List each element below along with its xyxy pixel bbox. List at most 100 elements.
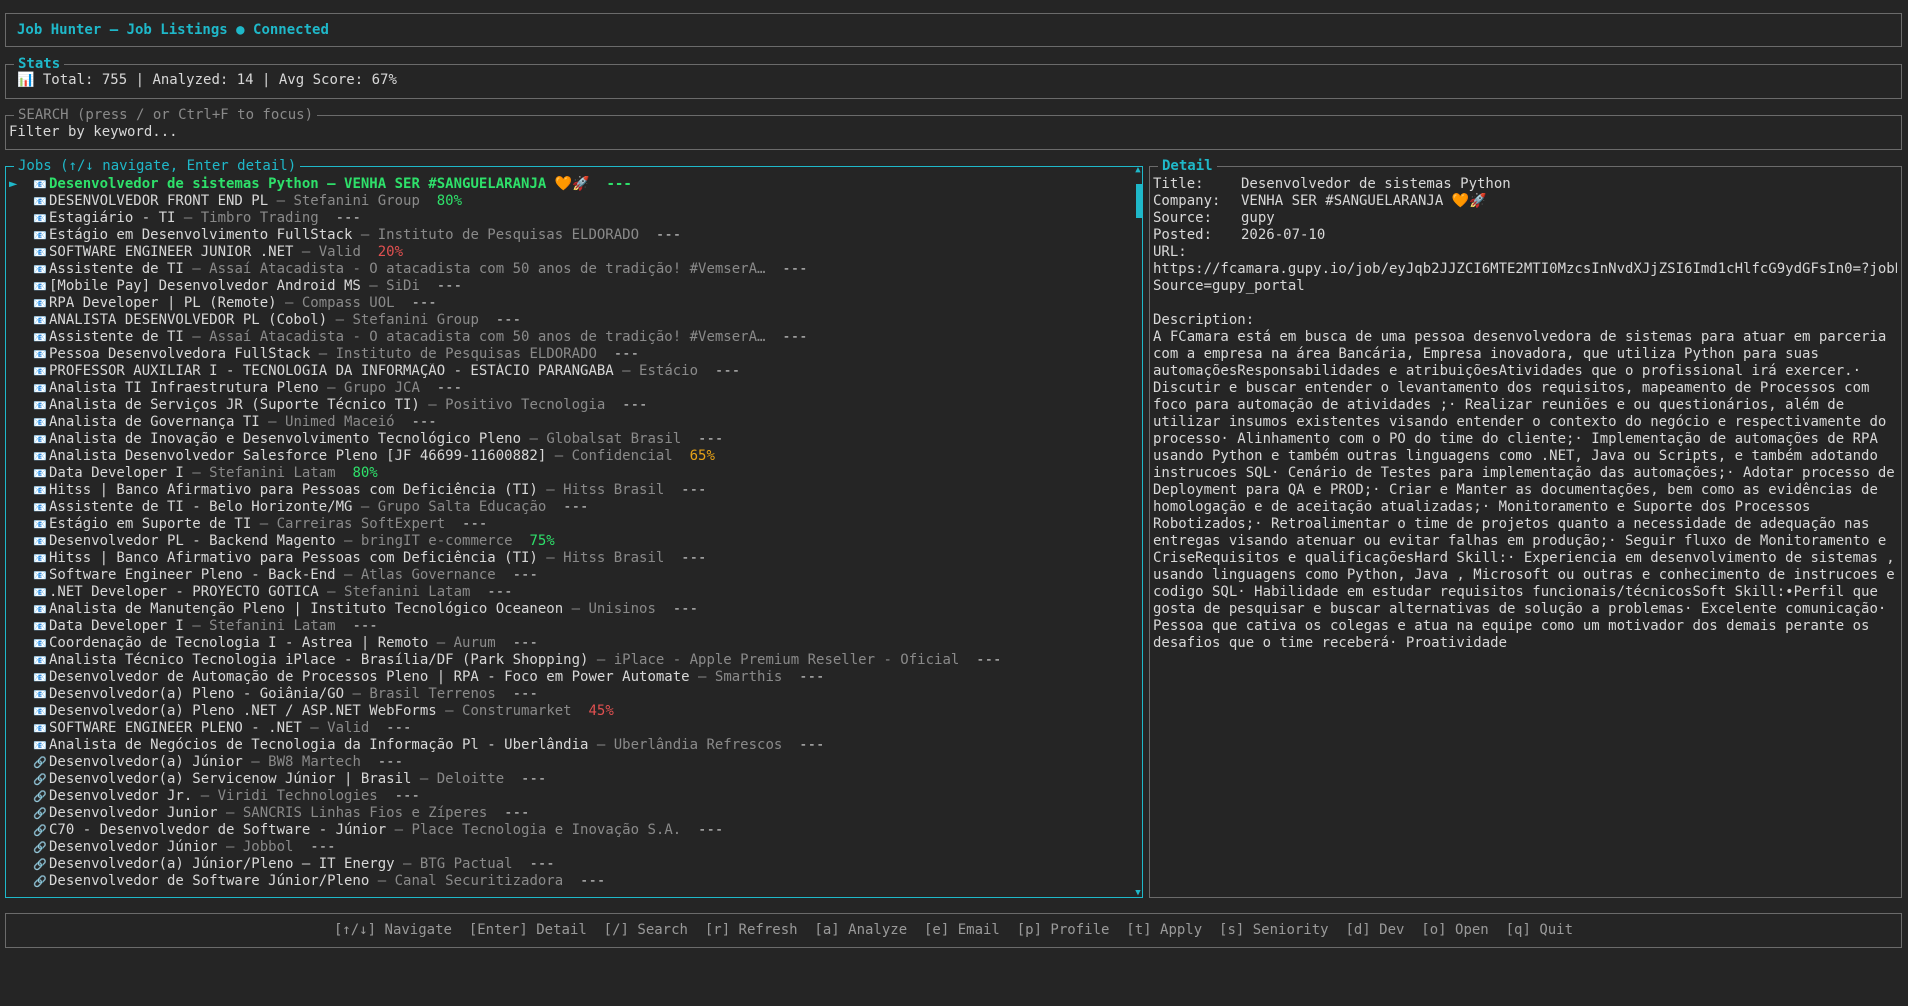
job-company: Grupo JCA <box>344 380 420 396</box>
job-row[interactable]: 📧 Hitss | Banco Afirmativo para Pessoas c… <box>9 550 1122 567</box>
job-row[interactable]: 📧 SOFTWARE ENGINEER PLENO - .NET — Valid … <box>9 720 1122 737</box>
job-company: Confidencial <box>571 448 673 464</box>
job-row[interactable]: 📧 Software Engineer Pleno - Back-End — At… <box>9 567 1122 584</box>
job-company: Hitss Brasil <box>563 482 665 498</box>
shortcut-apply: [t] Apply <box>1109 922 1203 938</box>
row-separator: — <box>386 822 412 838</box>
job-score: --- <box>563 873 606 889</box>
job-row[interactable]: 📧 Desenvolvedor PL - Backend Magento — br… <box>9 533 1122 550</box>
job-company: Canal Securitizadora <box>394 873 564 889</box>
scroll-down-icon[interactable]: ▼ <box>1134 889 1142 898</box>
job-title: Desenvolvedor(a) Júnior <box>49 754 243 770</box>
job-row[interactable]: 📧 SOFTWARE ENGINEER JUNIOR .NET — Valid 2… <box>9 244 1122 261</box>
job-row[interactable]: 🔗 Desenvolvedor Jr. — Viridi Technologies… <box>9 788 1122 805</box>
job-row[interactable]: 📧 ANALISTA DESENVOLVEDOR PL (Cobol) — Ste… <box>9 312 1122 329</box>
job-row[interactable]: 📧 Assistente de TI — Assaí Atacadista - O… <box>9 329 1122 346</box>
job-row[interactable]: 📧 Data Developer I — Stefanini Latam --- <box>9 618 1122 635</box>
job-row[interactable]: 📧 Assistente de TI - Belo Horizonte/MG — … <box>9 499 1122 516</box>
job-row[interactable]: 📧 PROFESSOR AUXILIAR I - TECNOLOGIA DA IN… <box>9 363 1122 380</box>
job-row[interactable]: 📧 Assistente de TI — Assaí Atacadista - O… <box>9 261 1122 278</box>
email-icon: 📧 <box>33 739 47 752</box>
job-row[interactable]: 📧 Analista Desenvolvedor Salesforce Pleno… <box>9 448 1122 465</box>
jobs-scrollbar[interactable]: ▲ ▼ <box>1134 166 1142 898</box>
job-row[interactable]: 📧 Analista de Inovação e Desenvolvimento … <box>9 431 1122 448</box>
job-score: --- <box>487 805 530 821</box>
job-row[interactable]: 🔗 Desenvolvedor de Software Júnior/Pleno … <box>9 873 1122 890</box>
job-row[interactable]: 📧 Data Developer I — Stefanini Latam 80% <box>9 465 1122 482</box>
job-score: --- <box>655 601 699 617</box>
job-row[interactable]: 📧 DESENVOLVEDOR FRONT END PL — Stefanini … <box>9 193 1122 210</box>
job-title: Desenvolvedor de Software Júnior/Pleno <box>49 873 370 889</box>
job-row[interactable]: 📧 Desenvolvedor(a) Pleno - Goiânia/GO — B… <box>9 686 1122 703</box>
job-row[interactable]: 🔗 Desenvolvedor(a) Júnior — BW8 Martech -… <box>9 754 1122 771</box>
job-row[interactable]: 📧 Analista TI Infraestrutura Pleno — Grup… <box>9 380 1122 397</box>
scrollbar-thumb[interactable] <box>1136 184 1142 218</box>
search-input[interactable]: Filter by keyword... <box>9 124 178 141</box>
job-title: Desenvolvedor de Automação de Processos … <box>49 669 690 685</box>
app-title: Job Hunter — Job Listings <box>17 22 228 38</box>
job-row[interactable]: 📧 [Mobile Pay] Desenvolvedor Android MS —… <box>9 278 1122 295</box>
job-row[interactable]: ► 📧 Desenvolvedor de sistemas Python — VEN… <box>9 176 1122 193</box>
job-score: --- <box>664 550 707 566</box>
detail-url[interactable]: https://fcamara.gupy.io/job/eyJqb2JJZCI6… <box>1153 261 1897 278</box>
job-row[interactable]: 🔗 C70 - Desenvolvedor de Software - Júnio… <box>9 822 1122 839</box>
job-company: Stefanini Latam <box>209 618 336 634</box>
job-row[interactable]: 📧 Desenvolvedor de Automação de Processos… <box>9 669 1122 686</box>
detail-spacer <box>1153 295 1897 312</box>
detail-posted: 2026-07-10 <box>1241 227 1326 243</box>
job-row[interactable]: 📧 Analista de Governança TI — Unimed Mace… <box>9 414 1122 431</box>
job-row[interactable]: 📧 Hitss | Banco Afirmativo para Pessoas c… <box>9 482 1122 499</box>
shortcut-detail: [Enter] Detail <box>451 922 587 938</box>
email-icon: 📧 <box>33 501 47 514</box>
job-row[interactable]: 📧 Coordenação de Tecnologia I - Astrea | … <box>9 635 1122 652</box>
job-score: --- <box>589 176 632 192</box>
job-row[interactable]: 🔗 Desenvolvedor(a) Servicenow Júnior | Br… <box>9 771 1122 788</box>
job-row[interactable]: 📧 Estagiário - TI — Timbro Trading --- <box>9 210 1122 227</box>
job-title: Software Engineer Pleno - Back-End <box>49 567 336 583</box>
job-row[interactable]: 📧 Analista de Manutenção Pleno | Institut… <box>9 601 1122 618</box>
job-company: BW8 Martech <box>268 754 361 770</box>
detail-url-continued[interactable]: Source=gupy_portal <box>1153 278 1897 295</box>
job-row[interactable]: 📧 Estágio em Suporte de TI — Carreiras So… <box>9 516 1122 533</box>
link-icon: 🔗 <box>33 756 47 769</box>
job-row[interactable]: 📧 Analista de Negócios de Tecnologia da I… <box>9 737 1122 754</box>
search-panel[interactable]: SEARCH (press / or Ctrl+F to focus) Filt… <box>5 107 1902 150</box>
job-title: Analista de Governança TI <box>49 414 260 430</box>
shortcut-seniority: [s] Seniority <box>1202 922 1329 938</box>
job-score: --- <box>394 414 437 430</box>
job-row[interactable]: 📧 Desenvolvedor(a) Pleno .NET / ASP.NET W… <box>9 703 1122 720</box>
email-icon: 📧 <box>33 297 47 310</box>
job-row[interactable]: 📧 .NET Developer - PROYECTO GOTICA — Stef… <box>9 584 1122 601</box>
job-row[interactable]: 🔗 Desenvolvedor Júnior — Jobbol --- <box>9 839 1122 856</box>
job-title: Assistente de TI <box>49 261 184 277</box>
job-row[interactable]: 📧 Pessoa Desenvolvedora FullStack — Insti… <box>9 346 1122 363</box>
email-icon: 📧 <box>33 212 47 225</box>
scrollbar-track[interactable] <box>1136 176 1142 888</box>
job-row[interactable]: 🔗 Desenvolvedor Junior — SANCRIS Linhas F… <box>9 805 1122 822</box>
job-company: Carreiras SoftExpert <box>276 516 446 532</box>
job-row[interactable]: 📧 Analista Técnico Tecnologia iPlace - Br… <box>9 652 1122 669</box>
job-company: SiDi <box>386 278 420 294</box>
job-row[interactable]: 🔗 Desenvolvedor(a) Júnior/Pleno – IT Ener… <box>9 856 1122 873</box>
job-title: Desenvolvedor Junior <box>49 805 218 821</box>
job-title: Estagiário - TI <box>49 210 176 226</box>
scroll-up-icon[interactable]: ▲ <box>1134 166 1142 175</box>
job-row[interactable]: 📧 RPA Developer | PL (Remote) — Compass U… <box>9 295 1122 312</box>
job-score: --- <box>495 567 538 583</box>
job-score: --- <box>959 652 1002 668</box>
email-icon: 📧 <box>33 688 47 701</box>
job-company: Compass UOL <box>301 295 395 311</box>
email-icon: 📧 <box>33 552 47 565</box>
job-company: Stefanini Latam <box>344 584 471 600</box>
shortcut-refresh: [r] Refresh <box>687 922 798 938</box>
detail-company: VENHA SER #SANGUELARANJA 🧡🚀 <box>1241 193 1487 209</box>
footer-bar: [↑/↓] Navigate [Enter] Detail [/] Search… <box>5 913 1902 948</box>
job-company: Instituto de Pesquisas ELDORADO <box>377 227 640 243</box>
job-score: --- <box>664 482 707 498</box>
job-row[interactable]: 📧 Estágio em Desenvolvimento FullStack — … <box>9 227 1122 244</box>
email-icon: 📧 <box>33 365 47 378</box>
job-company: Instituto de Pesquisas ELDORADO <box>335 346 597 362</box>
shortcut-email: [e] Email <box>907 922 1000 938</box>
job-company: SANCRIS Linhas Fios e Zíperes <box>242 805 488 821</box>
job-row[interactable]: 📧 Analista de Serviços JR (Suporte Técnic… <box>9 397 1122 414</box>
